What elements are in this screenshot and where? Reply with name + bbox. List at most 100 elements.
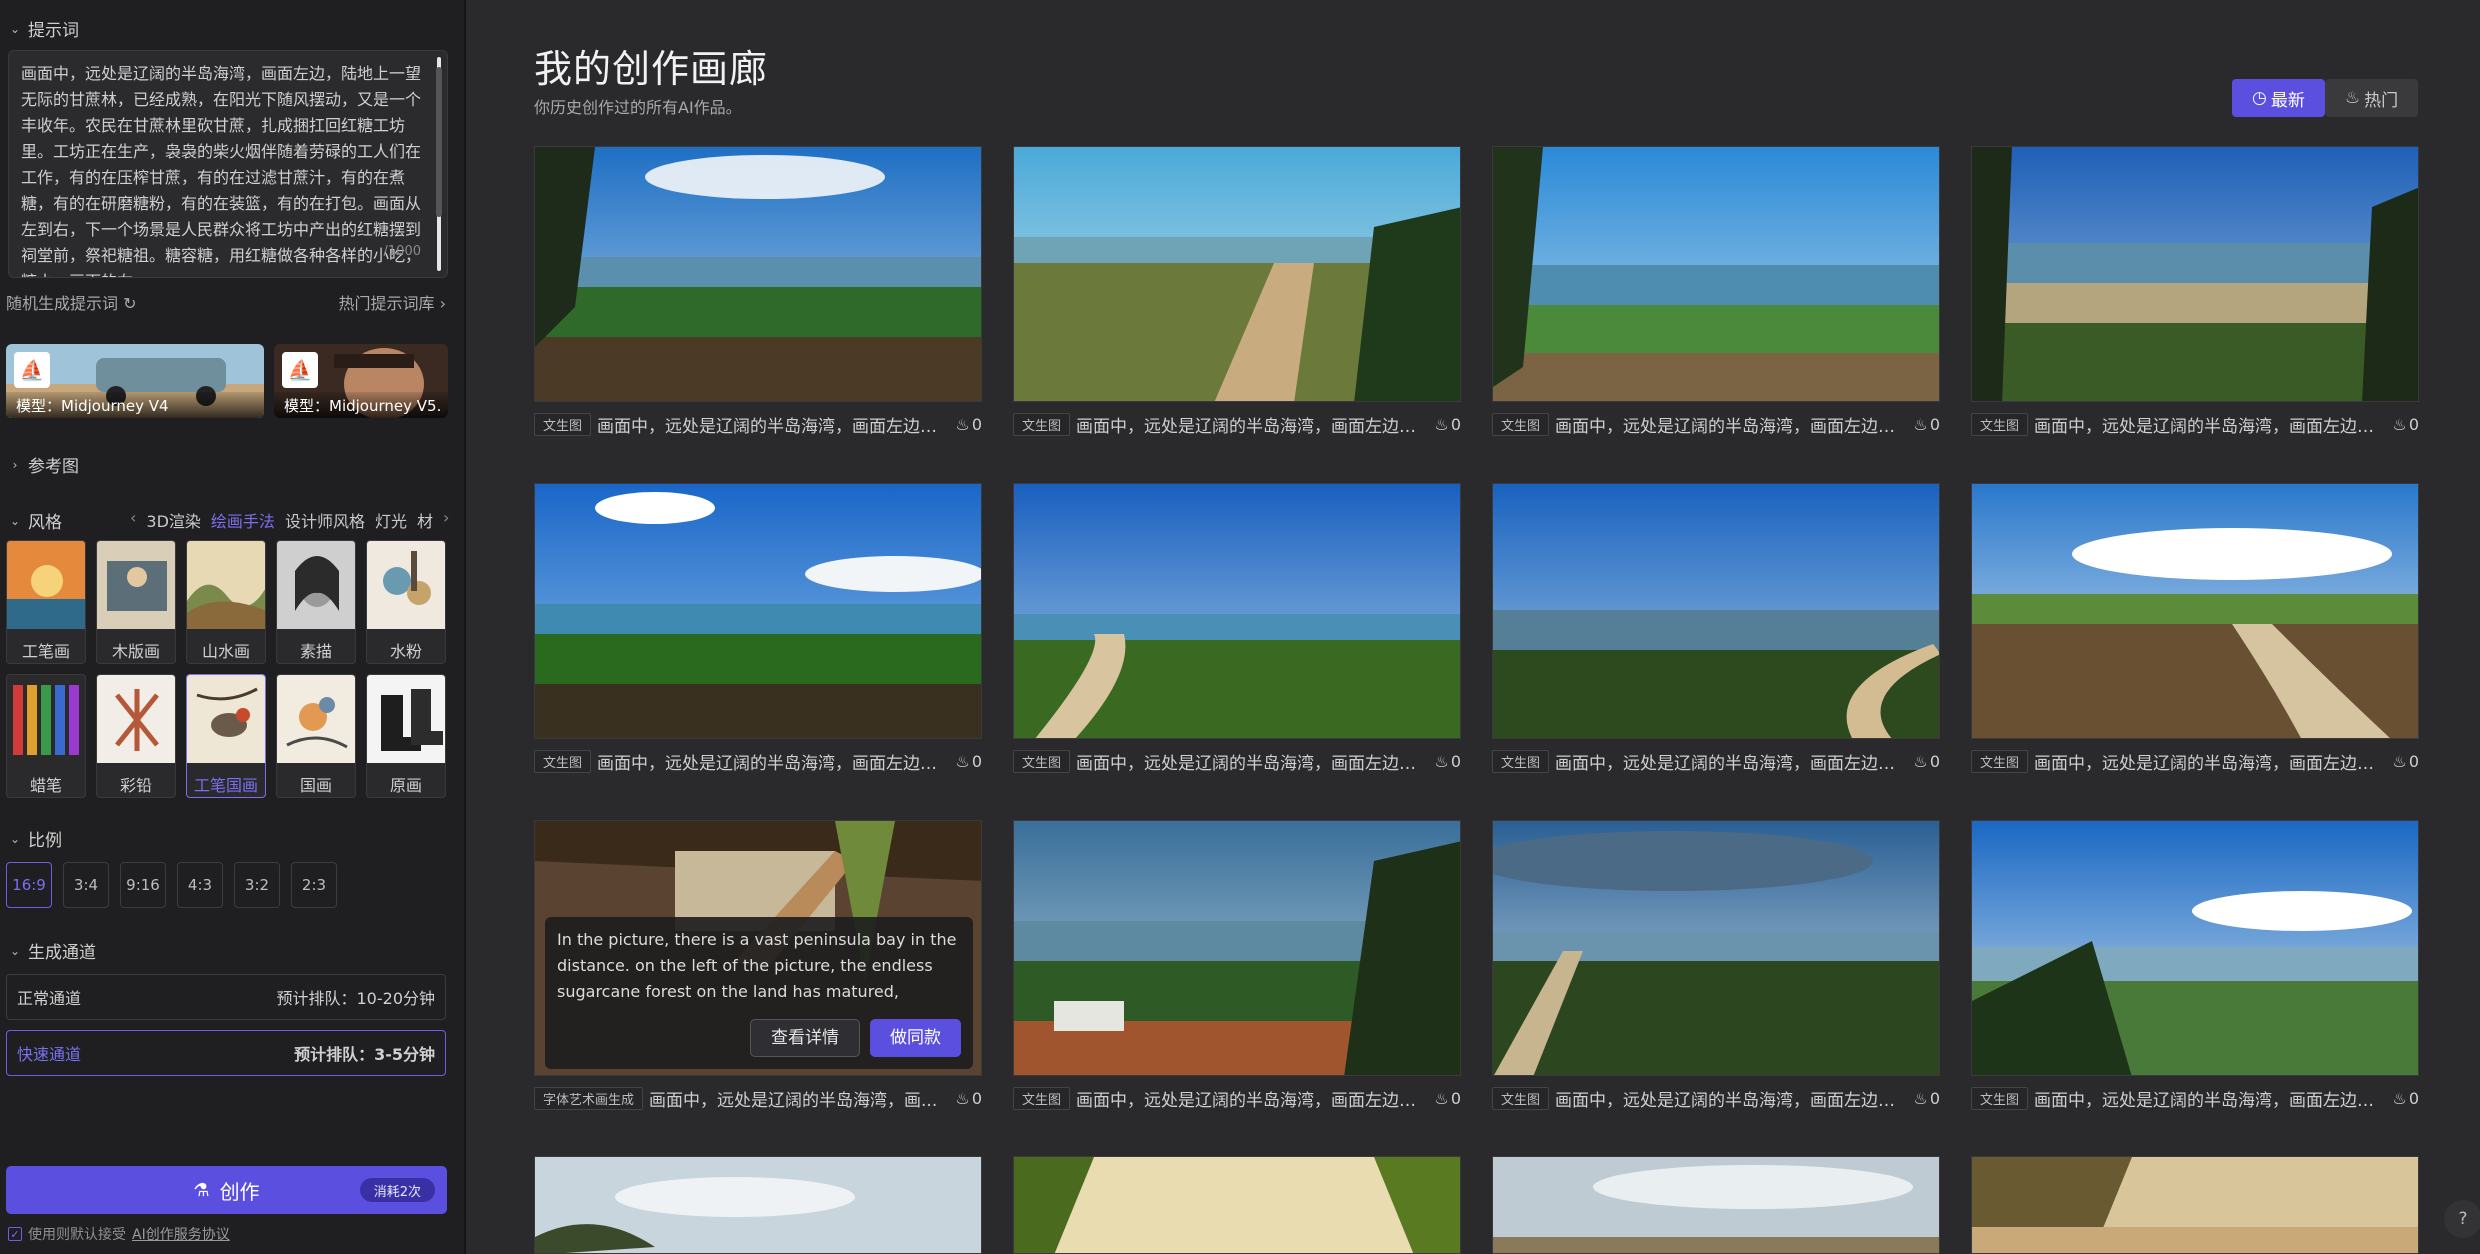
- ratio-option[interactable]: 2:3: [291, 862, 337, 908]
- clock-icon: ◷: [2252, 88, 2267, 108]
- card-tag: 文生图: [1971, 413, 2029, 436]
- card-likes[interactable]: ♨ 0: [955, 415, 982, 434]
- ratio-option[interactable]: 9:16: [120, 862, 166, 908]
- model-card-v5[interactable]: ⛵ 模型：Midjourney V5.: [274, 344, 448, 418]
- view-detail-button[interactable]: 查看详情: [750, 1019, 860, 1057]
- card-description: 画面中，远处是辽阔的半岛海湾，画面左边，...: [1076, 417, 1429, 437]
- style-tab[interactable]: 材: [417, 508, 433, 532]
- style-tab[interactable]: 灯光: [375, 508, 407, 532]
- card-likes[interactable]: ♨ 0: [2392, 1089, 2419, 1108]
- help-button[interactable]: ?: [2444, 1200, 2480, 1238]
- flask-icon: ⚗: [193, 1179, 210, 1201]
- chevron-right-icon[interactable]: ›: [443, 508, 449, 532]
- agree-checkbox[interactable]: ✓: [8, 1227, 22, 1241]
- style-tab-active[interactable]: 绘画手法: [211, 508, 275, 532]
- style-item[interactable]: 水粉: [366, 540, 446, 664]
- prompt-scrollbar[interactable]: [433, 57, 445, 271]
- style-tab[interactable]: 3D渲染: [146, 508, 201, 532]
- style-item[interactable]: 彩铅: [96, 674, 176, 798]
- card-image[interactable]: [1492, 483, 1940, 739]
- card-image[interactable]: [1013, 1156, 1461, 1254]
- ratio-options: 16:9 3:4 9:16 4:3 3:2 2:3: [6, 862, 337, 908]
- style-item[interactable]: 木版画: [96, 540, 176, 664]
- card-image[interactable]: [1971, 820, 2419, 1076]
- card-image[interactable]: [534, 146, 982, 402]
- style-item[interactable]: 国画: [276, 674, 356, 798]
- hot-prompt-link[interactable]: 热门提示词库 ›: [338, 290, 446, 314]
- card-image[interactable]: [1492, 146, 1940, 402]
- card-tag: 文生图: [534, 413, 592, 436]
- card-description: 画面中，远处是辽阔的半岛海湾，画面左边，...: [597, 754, 950, 774]
- fire-icon: ♨: [2392, 415, 2407, 434]
- style-item[interactable]: 工笔画: [6, 540, 86, 664]
- card-likes[interactable]: ♨ 0: [2392, 415, 2419, 434]
- style-item[interactable]: 山水画: [186, 540, 266, 664]
- card-likes[interactable]: ♨ 0: [1434, 415, 1461, 434]
- sailboat-icon: ⛵: [282, 352, 318, 388]
- style-tab[interactable]: 设计师风格: [285, 508, 365, 532]
- card-image[interactable]: [1013, 146, 1461, 402]
- card-image[interactable]: [1492, 820, 1940, 1076]
- sort-hot-button[interactable]: ♨ 热门: [2324, 79, 2419, 117]
- card-image[interactable]: [534, 483, 982, 739]
- card-likes[interactable]: ♨ 0: [1913, 1089, 1940, 1108]
- style-item[interactable]: 蜡笔: [6, 674, 86, 798]
- ratio-option-selected[interactable]: 16:9: [6, 862, 52, 908]
- style-thumb: [7, 541, 85, 629]
- style-item[interactable]: 原画: [366, 674, 446, 798]
- card-likes[interactable]: ♨ 0: [1913, 752, 1940, 771]
- ratio-header[interactable]: ⌄ 比例: [8, 826, 62, 851]
- refresh-icon: ↻: [123, 294, 137, 313]
- card-likes[interactable]: ♨ 0: [2392, 752, 2419, 771]
- style-header[interactable]: ⌄ 风格: [8, 508, 62, 533]
- channel-fast[interactable]: 快速通道 预计排队：3-5分钟: [6, 1030, 446, 1076]
- card-description: 画面中，远处是辽阔的半岛海湾，画面左边，...: [2034, 417, 2387, 437]
- create-cost-badge: 消耗2次: [359, 1178, 435, 1202]
- reference-header[interactable]: › 参考图: [8, 452, 79, 477]
- create-button[interactable]: ⚗ 创作 消耗2次: [6, 1166, 447, 1214]
- card-likes[interactable]: ♨ 0: [1434, 1089, 1461, 1108]
- fire-icon: ♨: [1913, 752, 1928, 771]
- agreement-link[interactable]: AI创作服务协议: [132, 1224, 230, 1244]
- chevron-left-icon[interactable]: ‹: [130, 508, 136, 532]
- channel-header[interactable]: ⌄ 生成通道: [8, 938, 96, 963]
- prompt-header[interactable]: ⌄ 提示词: [8, 16, 79, 41]
- ratio-option[interactable]: 3:2: [234, 862, 280, 908]
- card-likes[interactable]: ♨ 0: [955, 752, 982, 771]
- card-image[interactable]: [1492, 1156, 1940, 1254]
- card-likes[interactable]: ♨ 0: [1913, 415, 1940, 434]
- ratio-option[interactable]: 4:3: [177, 862, 223, 908]
- style-item[interactable]: 素描: [276, 540, 356, 664]
- card-likes[interactable]: ♨ 0: [1434, 752, 1461, 771]
- card-description: 画面中，远处是辽阔的半岛海湾，画面左边，...: [1076, 1091, 1429, 1111]
- card-image[interactable]: [1013, 483, 1461, 739]
- ratio-option[interactable]: 3:4: [63, 862, 109, 908]
- channel-name: 快速通道: [17, 1045, 82, 1064]
- card-tag: 字体艺术画生成: [534, 1087, 644, 1110]
- card-image[interactable]: In the picture, there is a vast peninsul…: [534, 820, 982, 1076]
- fire-icon: ♨: [2392, 1089, 2407, 1108]
- card-likes[interactable]: ♨ 0: [955, 1089, 982, 1108]
- card-image[interactable]: [1971, 1156, 2419, 1254]
- card-image[interactable]: [1971, 146, 2419, 402]
- card-description: 画面中，远处是辽阔的半岛海湾，画面左边，...: [1555, 754, 1908, 774]
- card-image[interactable]: [534, 1156, 982, 1254]
- card-image[interactable]: [1971, 483, 2419, 739]
- make-same-button[interactable]: 做同款: [870, 1019, 961, 1057]
- style-tabs: ‹ 3D渲染 绘画手法 设计师风格 灯光 材 ›: [130, 508, 449, 532]
- channel-queue: 预计排队：10-20分钟: [276, 989, 436, 1008]
- channel-name: 正常通道: [17, 989, 82, 1008]
- style-item-selected[interactable]: 工笔国画: [186, 674, 266, 798]
- card-tag: 文生图: [1971, 750, 2029, 773]
- card-description: 画面中，远处是辽阔的半岛海湾，画面左边，...: [1555, 1091, 1908, 1111]
- card-image[interactable]: [1013, 820, 1461, 1076]
- model-card-v4[interactable]: ⛵ 模型：Midjourney V4: [6, 344, 264, 418]
- style-thumb: [7, 675, 85, 763]
- sort-latest-button[interactable]: ◷ 最新: [2232, 79, 2325, 117]
- random-prompt-link[interactable]: 随机生成提示词 ↻: [6, 290, 137, 314]
- channel-normal[interactable]: 正常通道 预计排队：10-20分钟: [6, 974, 446, 1020]
- fire-icon: ♨: [2392, 752, 2407, 771]
- prompt-textarea[interactable]: 画面中，远处是辽阔的半岛海湾，画面左边，陆地上一望无际的甘蔗林，已经成熟，在阳光…: [8, 50, 448, 278]
- chevron-right-icon: ›: [439, 294, 446, 313]
- overlay-prompt-text: In the picture, there is a vast peninsul…: [557, 930, 957, 1001]
